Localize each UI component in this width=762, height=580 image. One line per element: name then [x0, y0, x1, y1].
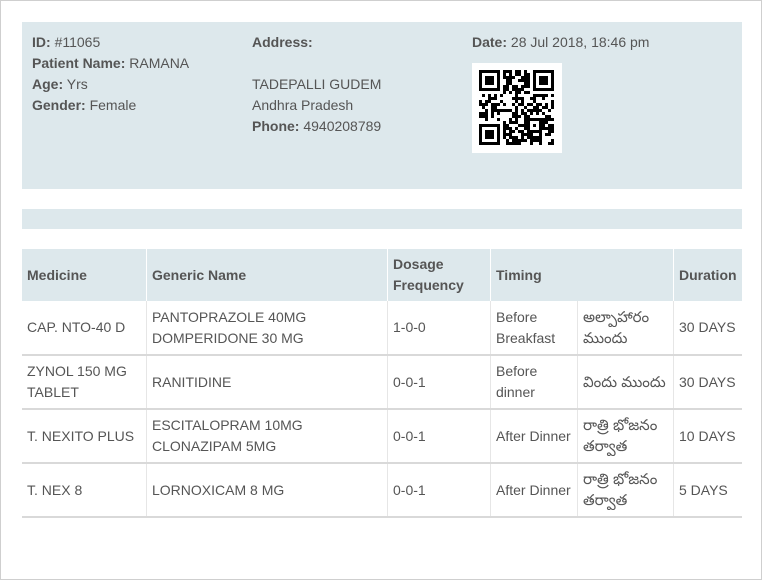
cell-medicine-line: ZYNOL 150 MG [27, 363, 127, 379]
medication-rows: CAP. NTO-40 D PANTOPRAZOLE 40MG DOMPERIDON… [22, 301, 742, 517]
cell-timing-telugu: విందు ముందు [577, 355, 674, 409]
visit-date-value: 28 Jul 2018, 18:46 pm [510, 34, 650, 50]
cell-medicine: CAP. NTO-40 D [22, 301, 147, 355]
patient-id-value: #11065 [54, 34, 101, 50]
patient-id: ID: #11065 [32, 32, 247, 53]
qr-code-graphic [479, 70, 554, 145]
visit-date: Date: 28 Jul 2018, 18:46 pm [472, 32, 732, 53]
header-medicine: Medicine [27, 266, 87, 283]
cell-timing-line: After Dinner [496, 481, 571, 498]
phone-value: 4940208789 [303, 118, 382, 134]
cell-timing-line: Breakfast [496, 329, 556, 346]
address-details: Address: TADEPALLI GUDEM Andhra Pradesh … [252, 32, 467, 137]
cell-timing-line: After Dinner [496, 427, 571, 444]
prescription-page: ID: #11065 Patient Name: RAMANA Age: Yrs… [0, 0, 762, 580]
cell-timing-line: Before [496, 308, 538, 325]
patient-details: ID: #11065 Patient Name: RAMANA Age: Yrs… [32, 32, 247, 116]
cell-generic-name: ESCITALOPRAM 10MG CLONAZIPAM 5MG [146, 409, 388, 463]
cell-medicine-line: T. NEXITO PLUS [27, 427, 135, 444]
cell-timing-line: dinner [496, 384, 535, 400]
patient-name: Patient Name: RAMANA [32, 53, 247, 74]
cell-generic-name-line: DOMPERIDONE 30 MG [152, 329, 304, 346]
cell-dosage: 0-0-1 [387, 409, 491, 463]
cell-timing: After Dinner [490, 409, 578, 463]
cell-dosage: 0-0-1 [387, 463, 491, 517]
header-dosage-frequency: Dosage Frequency [387, 249, 491, 301]
cell-duration: 10 DAYS [673, 409, 742, 463]
patient-gender-value: Female [89, 97, 137, 113]
cell-timing-telugu: రాత్రి భోజనం తర్వాత [577, 463, 674, 517]
section-divider-bar [22, 209, 742, 229]
table-row: ZYNOL 150 MG TABLET RANITIDINE 0-0-1 Before d… [22, 355, 742, 409]
cell-generic-name: PANTOPRAZOLE 40MG DOMPERIDONE 30 MG [146, 301, 388, 355]
patient-gender: Gender: Female [32, 95, 247, 116]
cell-generic-name-line: RANITIDINE [152, 373, 232, 390]
visit-date-label: Date: [472, 34, 508, 50]
patient-age-value: Yrs [66, 76, 88, 92]
cell-timing: Before Breakfast [490, 301, 578, 355]
cell-timing-telugu: రాత్రి భోజనం తర్వాత [577, 409, 674, 463]
header-generic-name: Generic Name [146, 249, 388, 301]
cell-timing-telugu-line: అల్పాహారం [583, 308, 650, 326]
cell-medicine-line: TABLET [27, 384, 79, 400]
cell-medicine: ZYNOL 150 MG TABLET [22, 355, 147, 409]
patient-age: Age: Yrs [32, 74, 247, 95]
patient-gender-label: Gender: [32, 97, 86, 113]
header-dosage-line-1: Dosage [393, 256, 444, 272]
medication-table: Medicine Generic Name Dosage Frequency T… [22, 249, 742, 518]
cell-duration: 30 DAYS [673, 355, 742, 409]
cell-dosage: 0-0-1 [387, 355, 491, 409]
cell-timing: After Dinner [490, 463, 578, 517]
table-header-row: Medicine Generic Name Dosage Frequency T… [22, 249, 742, 301]
cell-dosage: 1-0-0 [387, 301, 491, 355]
visit-details: Date: 28 Jul 2018, 18:46 pm [472, 32, 732, 53]
cell-timing-telugu: అల్పాహారం ముందు [577, 301, 674, 355]
cell-timing-telugu-line: ముందు [583, 329, 628, 347]
qr-code-image [472, 63, 562, 153]
cell-timing-telugu-line: రాత్రి భోజనం [583, 471, 658, 488]
patient-name-value: RAMANA [129, 55, 190, 71]
cell-generic-name: LORNOXICAM 8 MG [146, 463, 388, 517]
cell-timing-line: Before [496, 363, 538, 379]
address-line-1: TADEPALLI GUDEM [252, 76, 382, 92]
header-dosage-line-2: Frequency [393, 277, 464, 293]
phone-label: Phone: [252, 118, 300, 134]
patient-id-label: ID: [32, 34, 51, 50]
address-spacer [252, 53, 467, 74]
cell-generic-name-line: LORNOXICAM 8 MG [152, 481, 285, 498]
cell-timing-telugu-line: తర్వాత [583, 438, 628, 455]
header-timing: Timing [490, 249, 674, 301]
cell-medicine-line: T. NEX 8 [27, 481, 83, 498]
patient-age-label: Age: [32, 76, 64, 92]
address-line-2: Andhra Pradesh [252, 97, 354, 113]
cell-generic-name: RANITIDINE [146, 355, 388, 409]
cell-timing-telugu-line: తర్వాత [583, 492, 628, 509]
cell-medicine-line: CAP. NTO-40 D [27, 319, 126, 335]
cell-duration: 5 DAYS [673, 463, 742, 517]
table-row: T. NEX 8 LORNOXICAM 8 MG 0-0-1 After Dinner… [22, 463, 742, 517]
patient-info-panel: ID: #11065 Patient Name: RAMANA Age: Yrs… [22, 22, 742, 189]
header-duration: Duration [673, 249, 742, 301]
cell-generic-name-line: ESCITALOPRAM 10MG [152, 417, 303, 433]
table-row: CAP. NTO-40 D PANTOPRAZOLE 40MG DOMPERIDON… [22, 301, 742, 355]
address-label: Address: [252, 34, 313, 50]
cell-timing-telugu-line: విందు ముందు [583, 373, 666, 391]
table-row: T. NEXITO PLUS ESCITALOPRAM 10MG CLONAZIPA… [22, 409, 742, 463]
cell-duration: 30 DAYS [673, 301, 742, 355]
phone: Phone: 4940208789 [252, 116, 467, 137]
cell-timing: Before dinner [490, 355, 578, 409]
patient-name-label: Patient Name: [32, 55, 126, 71]
cell-medicine: T. NEX 8 [22, 463, 147, 517]
cell-generic-name-line: CLONAZIPAM 5MG [152, 438, 277, 454]
cell-timing-telugu-line: రాత్రి భోజనం [583, 417, 658, 434]
cell-generic-name-line: PANTOPRAZOLE 40MG [152, 308, 307, 325]
cell-medicine: T. NEXITO PLUS [22, 409, 147, 463]
